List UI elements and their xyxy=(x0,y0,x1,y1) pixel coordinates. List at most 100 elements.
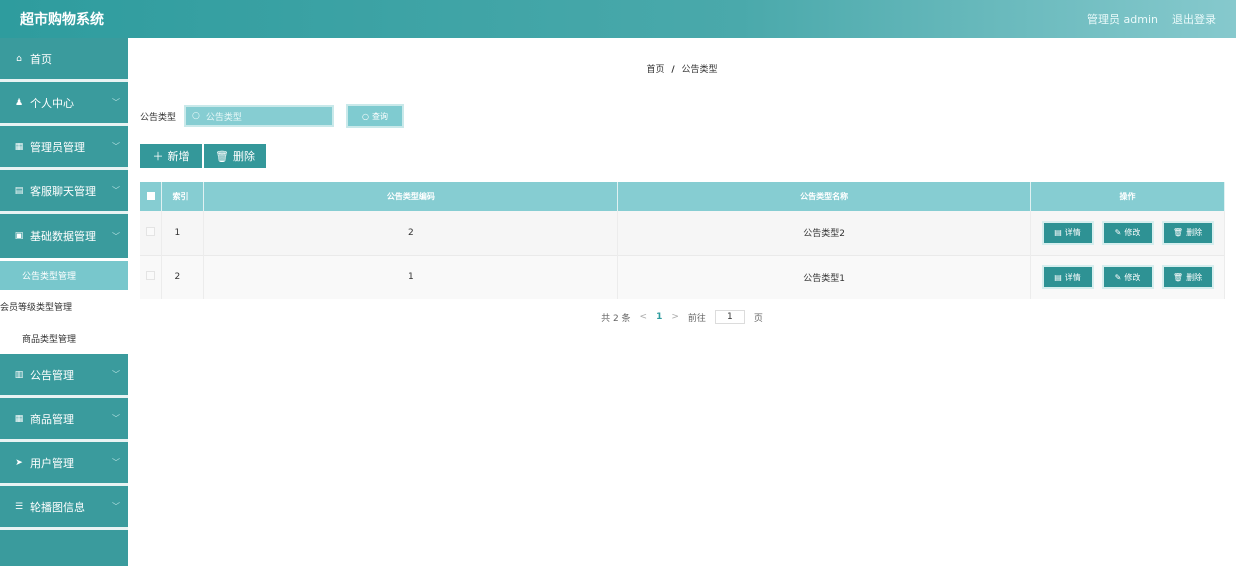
search-button[interactable]: ○ 查询 xyxy=(346,104,405,128)
delete-label: 删除 xyxy=(1186,228,1203,238)
cell-code: 2 xyxy=(203,211,619,255)
prev-page-button[interactable]: < xyxy=(640,312,648,322)
chevron-down-icon: ﹀ xyxy=(112,502,120,511)
column-header-index: 索引 xyxy=(161,182,205,211)
table-header-row: 索引 公告类型编码 公告类型名称 操作 xyxy=(140,182,1225,211)
detail-label: 详情 xyxy=(1064,228,1081,238)
user-icon: ♟ xyxy=(14,97,24,108)
detail-button[interactable]: ▤ 详情 xyxy=(1041,220,1094,245)
search-label: 公告类型 xyxy=(140,112,177,123)
cell-actions: ▤ 详情 ✎ 修改 🗑 删除 xyxy=(1030,254,1225,299)
submenu-item-member-level-type[interactable]: 会员等级类型管理 xyxy=(0,290,128,322)
chevron-down-icon: ﹀ xyxy=(112,231,120,241)
edit-label: 修改 xyxy=(1124,272,1141,282)
trash-icon: 🗑 xyxy=(1172,272,1184,282)
trash-icon: 🗑 xyxy=(215,149,229,163)
delete-button-label: 删除 xyxy=(232,150,255,163)
sidebar-item-label: 个人中心 xyxy=(30,96,74,110)
chevron-down-icon: ﹀ xyxy=(112,142,120,151)
pencil-icon: ✎ xyxy=(1114,272,1122,282)
chevron-down-icon: ﹀ xyxy=(112,414,120,423)
sidebar-item-carousel-info[interactable]: ☰ 轮播图信息 ﹀ xyxy=(0,486,128,530)
sliders-icon: ☰ xyxy=(14,501,24,512)
next-page-button[interactable]: > xyxy=(671,312,679,322)
cell-actions: ▤ 详情 ✎ 修改 🗑 删除 xyxy=(1030,211,1225,255)
document-icon: ▤ xyxy=(1054,228,1062,238)
detail-label: 详情 xyxy=(1064,272,1081,282)
chevron-down-icon: ﹀ xyxy=(112,98,120,107)
batch-delete-button[interactable]: 🗑 删除 xyxy=(202,144,266,168)
grid-icon: ▦ xyxy=(14,141,24,152)
pagination: 共 2 条 < 1 > 前往 1 页 xyxy=(128,310,1236,324)
sidebar-item-admin-management[interactable]: ▦ 管理员管理 ﹀ xyxy=(0,126,128,170)
sidebar-item-home[interactable]: ⌂ 首页 xyxy=(0,38,128,82)
home-icon: ⌂ xyxy=(16,53,22,64)
pagination-total: 共 2 条 xyxy=(601,313,631,324)
search-icon: ○ xyxy=(362,111,369,121)
sidebar-item-label: 首页 xyxy=(30,52,52,66)
table-row: 2 1 公告类型1 ▤ 详情 ✎ 修改 🗑 删除 xyxy=(140,254,1225,299)
top-bar: 超市购物系统 管理员 admin 退出登录 xyxy=(0,0,1236,38)
edit-label: 修改 xyxy=(1124,228,1141,238)
sidebar-item-label: 商品管理 xyxy=(30,412,74,426)
delete-button[interactable]: 🗑 删除 xyxy=(1161,220,1214,245)
search-button-label: 查询 xyxy=(372,111,388,121)
chart-icon: ▥ xyxy=(14,369,24,380)
table-row: 1 2 公告类型2 ▤ 详情 ✎ 修改 🗑 删除 xyxy=(140,211,1225,255)
pagination-goto-label: 前往 xyxy=(687,313,706,324)
page-number[interactable]: 1 xyxy=(656,312,662,322)
delete-label: 删除 xyxy=(1186,272,1203,282)
sidebar-item-label: 公告管理 xyxy=(30,368,74,382)
sidebar-item-product-management[interactable]: ▦ 商品管理 ﹀ xyxy=(0,398,128,442)
column-header-code: 公告类型编码 xyxy=(203,182,619,211)
page-jump-input[interactable]: 1 xyxy=(714,310,745,324)
document-icon: ▤ xyxy=(1054,272,1062,282)
sidebar-item-label: 客服聊天管理 xyxy=(30,184,96,198)
trash-icon: 🗑 xyxy=(1172,228,1184,238)
toolbar: ＋ 新增 🗑 删除 xyxy=(140,144,266,168)
sidebar: ⌂ 首页 ♟ 个人中心 ﹀ ▦ 管理员管理 ﹀ ▤ 客服聊天管理 ﹀ ▣ 基础数… xyxy=(0,38,128,566)
pencil-icon: ✎ xyxy=(1114,228,1122,238)
sidebar-item-user-management[interactable]: ➤ 用户管理 ﹀ xyxy=(0,442,128,486)
plus-icon: ＋ xyxy=(152,150,164,163)
submenu-item-notice-type[interactable]: 公告类型管理 xyxy=(0,261,128,290)
breadcrumb-separator: / xyxy=(671,65,675,75)
add-button[interactable]: ＋ 新增 xyxy=(140,144,202,168)
search-icon: ○ xyxy=(192,111,200,121)
clipboard-icon: ▤ xyxy=(14,185,24,196)
pagination-unit: 页 xyxy=(753,313,763,324)
sidebar-item-label: 轮播图信息 xyxy=(30,500,85,514)
search-bar: 公告类型 ○ 公告类型 ○ 查询 xyxy=(140,104,405,128)
chevron-down-icon: ﹀ xyxy=(112,370,120,379)
sidebar-item-label: 用户管理 xyxy=(30,456,74,470)
grid-icon: ▦ xyxy=(14,413,24,424)
submenu-item-product-type[interactable]: 商品类型管理 xyxy=(0,322,128,354)
add-button-label: 新增 xyxy=(167,150,190,163)
breadcrumb-home[interactable]: 首页 xyxy=(646,65,664,75)
main-content: 首页 / 公告类型 公告类型 ○ 公告类型 ○ 查询 ＋ 新增 🗑 删除 索引 … xyxy=(128,38,1236,566)
breadcrumb-current: 公告类型 xyxy=(681,65,718,75)
send-icon: ➤ xyxy=(15,457,23,468)
cell-code: 1 xyxy=(203,254,619,299)
sidebar-item-chat-management[interactable]: ▤ 客服聊天管理 ﹀ xyxy=(0,170,128,214)
data-table: 索引 公告类型编码 公告类型名称 操作 1 2 公告类型2 ▤ 详情 ✎ 修改 🗑 删… xyxy=(140,182,1225,299)
search-input[interactable]: ○ 公告类型 xyxy=(184,105,335,127)
row-checkbox[interactable] xyxy=(140,211,163,255)
column-header-name: 公告类型名称 xyxy=(617,182,1031,211)
current-user: 管理员 admin xyxy=(1087,13,1158,26)
sidebar-item-personal-center[interactable]: ♟ 个人中心 ﹀ xyxy=(0,82,128,126)
table-icon: ▣ xyxy=(14,231,24,241)
logout-link[interactable]: 退出登录 xyxy=(1172,11,1216,27)
detail-button[interactable]: ▤ 详情 xyxy=(1041,265,1094,290)
chevron-down-icon: ﹀ xyxy=(112,186,120,195)
search-placeholder: 公告类型 xyxy=(205,112,242,123)
delete-button[interactable]: 🗑 删除 xyxy=(1161,265,1214,290)
edit-button[interactable]: ✎ 修改 xyxy=(1101,265,1154,290)
sidebar-item-notice-management[interactable]: ▥ 公告管理 ﹀ xyxy=(0,354,128,398)
chevron-down-icon: ﹀ xyxy=(112,458,120,467)
sidebar-item-basic-data[interactable]: ▣ 基础数据管理 ﹀ xyxy=(0,214,128,258)
row-checkbox[interactable] xyxy=(140,254,163,299)
select-all-checkbox[interactable] xyxy=(140,182,163,211)
breadcrumb: 首页 / 公告类型 xyxy=(128,62,1236,75)
edit-button[interactable]: ✎ 修改 xyxy=(1101,220,1154,245)
